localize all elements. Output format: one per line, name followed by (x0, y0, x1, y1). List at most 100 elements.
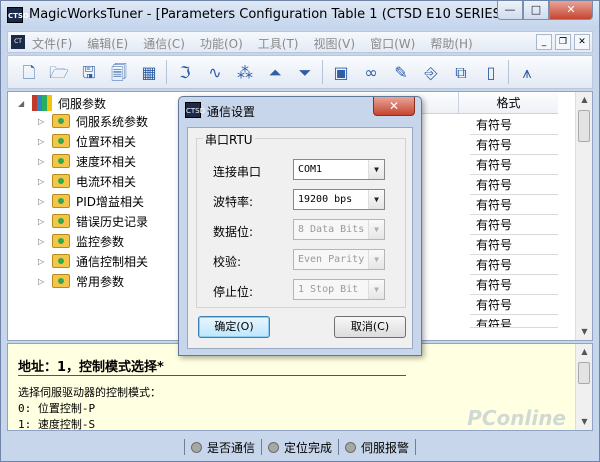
status-positioning: 定位完成 (267, 439, 332, 456)
monitor-icon[interactable]: ▣ (330, 62, 352, 84)
open-folder-icon[interactable]: 🗁 (48, 62, 70, 84)
chevron-down-icon[interactable]: ▼ (368, 160, 384, 179)
tree-item-pid-gain[interactable]: ▷ PID增益相关 (38, 192, 144, 210)
maximize-button[interactable]: □ (523, 1, 549, 20)
battery-icon[interactable]: ▯ (480, 62, 502, 84)
chevron-down-icon[interactable]: ▼ (368, 190, 384, 209)
dialog-title-bar[interactable]: CTSD 通信设置 ✕ (179, 97, 421, 123)
network-icon[interactable]: ⧉ (450, 62, 472, 84)
close-button[interactable]: ✕ (549, 1, 593, 20)
tree-item-speed-loop[interactable]: ▷ 速度环相关 (38, 152, 136, 170)
grid-cell-format[interactable]: 有符号 (470, 136, 558, 155)
expand-arrow-icon[interactable]: ▷ (38, 237, 48, 246)
description-scrollbar[interactable]: ▲ ▼ (575, 344, 592, 430)
menu-communication[interactable]: 通信(C) (143, 35, 185, 52)
menu-edit[interactable]: 编辑(E) (87, 35, 128, 52)
tree-item-monitor[interactable]: ▷ 监控参数 (38, 232, 124, 250)
expand-arrow-icon[interactable]: ▷ (38, 257, 48, 266)
tree-item-error-history[interactable]: ▷ 错误历史记录 (38, 212, 148, 230)
tree-item-current-loop[interactable]: ▷ 电流环相关 (38, 172, 136, 190)
status-led-icon (345, 441, 356, 453)
scroll-thumb[interactable] (578, 110, 590, 142)
tree-item-label: 通信控制相关 (76, 254, 149, 269)
scroll-down-icon[interactable]: ▼ (576, 414, 592, 430)
save-all-icon[interactable]: 🗐 (108, 62, 130, 84)
expand-arrow-icon[interactable]: ▷ (38, 197, 48, 206)
folder-icon (52, 114, 70, 128)
grid-cell-format[interactable]: 有符号 (470, 296, 558, 315)
expand-arrow-icon[interactable]: ▷ (38, 217, 48, 226)
menu-tools[interactable]: 工具(T) (258, 35, 299, 52)
grid-cell-format[interactable]: 有符号 (470, 276, 558, 295)
status-bar: 是否通信 定位完成 伺服报警 (1, 433, 599, 461)
toolbar-separator (508, 60, 509, 84)
menu-function[interactable]: 功能(O) (200, 35, 243, 52)
expand-arrow-icon[interactable]: ▷ (38, 277, 48, 286)
grid-cell-format[interactable]: 有符号 (470, 156, 558, 175)
expand-arrow-icon[interactable]: ▷ (38, 117, 48, 126)
data-bits-select: 8 Data Bits ▼ (293, 219, 385, 240)
baud-rate-select[interactable]: 19200 bps ▼ (293, 189, 385, 210)
menu-help[interactable]: 帮助(H) (430, 35, 472, 52)
grid-cell-format[interactable]: 有符号 (470, 236, 558, 255)
tree-root-label: 伺服参数 (58, 96, 107, 111)
menu-view[interactable]: 视图(V) (314, 35, 356, 52)
tree-root[interactable]: ◢ 伺服参数 (18, 94, 106, 112)
menu-file[interactable]: 文件(F) (32, 35, 72, 52)
wave-icon[interactable]: ∿ (204, 62, 226, 84)
mdi-restore-button[interactable]: ❐ (555, 34, 571, 50)
mdi-close-button[interactable]: ✕ (574, 34, 590, 50)
tree-item-comm-control[interactable]: ▷ 通信控制相关 (38, 252, 148, 270)
tree-item-position-loop[interactable]: ▷ 位置环相关 (38, 132, 136, 150)
scope-icon[interactable]: ⁂ (234, 62, 256, 84)
scroll-down-icon[interactable]: ▼ (576, 324, 593, 340)
dialog-close-button[interactable]: ✕ (373, 97, 415, 116)
select-value: COM1 (298, 164, 323, 175)
grid-header-format[interactable]: 格式 (458, 92, 558, 114)
status-servo-alarm: 伺服报警 (345, 439, 409, 456)
grid-cell-format[interactable]: 有符号 (470, 256, 558, 275)
download-icon[interactable]: ⏷ (294, 62, 316, 84)
collapse-arrow-icon[interactable]: ◢ (18, 99, 28, 108)
tune-icon[interactable]: ℑ (174, 62, 196, 84)
grid-cell-format[interactable]: 有符号 (470, 196, 558, 215)
scroll-up-icon[interactable]: ▲ (576, 344, 592, 360)
document-icon[interactable]: CT (11, 35, 25, 49)
window-title: MagicWorksTuner - [Parameters Configurat… (29, 7, 504, 22)
mdi-minimize-button[interactable]: _ (536, 34, 552, 50)
description-line: 选择伺服驱动器的控制模式： (18, 386, 161, 399)
save-icon[interactable]: 🖫 (78, 62, 100, 84)
glasses-icon[interactable]: ∞ (360, 62, 382, 84)
dialog-title: 通信设置 (207, 105, 256, 119)
app-icon: CTSD (7, 7, 29, 23)
tree-item-common-params[interactable]: ▷ 常用参数 (38, 272, 124, 290)
tree-item-system-params[interactable]: ▷ 伺服系统参数 (38, 112, 148, 130)
menu-bar: CT 文件(F) 编辑(E) 通信(C) 功能(O) 工具(T) 视图(V) 窗… (7, 31, 593, 53)
watermark: PConline (467, 406, 566, 430)
grid-cell-format[interactable]: 有符号 (470, 216, 558, 235)
upload-icon[interactable]: ⏶ (264, 62, 286, 84)
title-bar[interactable]: CTSD MagicWorksTuner - [Parameters Confi… (1, 1, 599, 29)
grid-cell-format[interactable]: 有符号 (470, 116, 558, 135)
expand-arrow-icon[interactable]: ▷ (38, 157, 48, 166)
device-icon[interactable]: ⎆ (420, 62, 442, 84)
minimize-button[interactable]: — (497, 1, 523, 20)
select-value: 1 Stop Bit (298, 284, 359, 295)
new-file-icon[interactable]: 🗋 (18, 62, 40, 84)
scroll-up-icon[interactable]: ▲ (576, 92, 593, 108)
expand-arrow-icon[interactable]: ▷ (38, 137, 48, 146)
grid-cell-format[interactable]: 有符号 (470, 316, 558, 328)
serial-port-select[interactable]: COM1 ▼ (293, 159, 385, 180)
grid-icon[interactable]: ▦ (138, 62, 160, 84)
antenna-icon[interactable]: ⩚ (516, 62, 538, 84)
expand-arrow-icon[interactable]: ▷ (38, 177, 48, 186)
grid-cell-format[interactable]: 有符号 (470, 176, 558, 195)
menu-window[interactable]: 窗口(W) (370, 35, 415, 52)
field-label: 波特率: (213, 195, 254, 209)
grid-scrollbar[interactable]: ▲ ▼ (575, 92, 592, 340)
cancel-button[interactable]: 取消(C) (334, 316, 406, 338)
ok-button[interactable]: 确定(O) (198, 316, 270, 338)
scroll-thumb[interactable] (578, 362, 590, 384)
books-icon (32, 95, 52, 111)
pen-icon[interactable]: ✎ (390, 62, 412, 84)
